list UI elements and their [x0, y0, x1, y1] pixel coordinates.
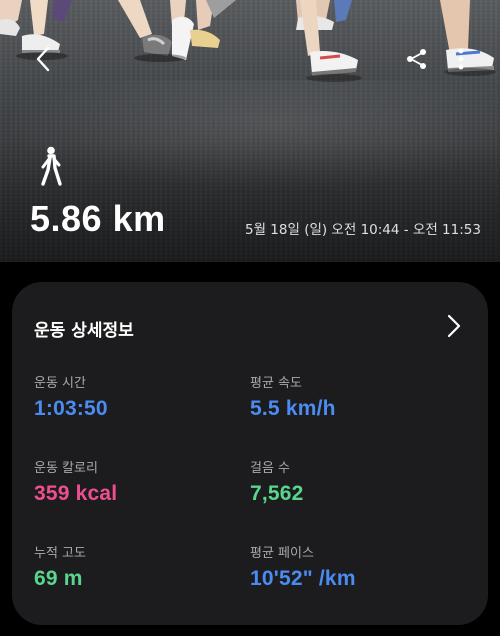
walk-icon	[41, 146, 62, 186]
stat-avg-pace: 평균 페이스 10'52" /km	[250, 542, 356, 591]
stat-label: 걸음 수	[250, 461, 291, 476]
chevron-left-icon	[36, 46, 50, 72]
details-chevron-button[interactable]	[442, 312, 466, 340]
stat-calories: 운동 칼로리 359 kcal	[34, 457, 117, 506]
stat-workout-time: 운동 시간 1:03:50	[34, 372, 108, 421]
chevron-right-icon	[447, 314, 461, 338]
stat-label: 운동 칼로리	[34, 461, 98, 476]
more-button[interactable]	[446, 44, 476, 74]
stat-label: 평균 속도	[250, 376, 302, 391]
stat-avg-speed: 평균 속도 5.5 km/h	[250, 372, 336, 421]
stat-label: 운동 시간	[34, 376, 86, 391]
stat-value: 7,562	[250, 482, 304, 505]
more-vertical-icon	[458, 48, 464, 70]
workout-details-card[interactable]: 운동 상세정보 운동 시간 1:03:50 평균 속도 5.5 km/h 운동 …	[12, 282, 488, 625]
distance-value: 5.86 km	[30, 198, 166, 239]
share-button[interactable]	[402, 44, 432, 74]
stat-value: 359 kcal	[34, 482, 118, 505]
card-title: 운동 상세정보	[34, 321, 134, 341]
stat-value: 5.5 km/h	[250, 397, 336, 420]
stat-steps: 걸음 수 7,562	[250, 457, 304, 506]
stat-value: 1:03:50	[34, 397, 108, 420]
hero-banner: 5.86 km 5월 18일 (일) 오전 10:44 - 오전 11:53	[0, 0, 500, 262]
stat-label: 누적 고도	[34, 546, 86, 561]
stat-label: 평균 페이스	[250, 546, 314, 561]
stat-value: 10'52" /km	[250, 567, 356, 590]
workout-datetime: 5월 18일 (일) 오전 10:44 - 오전 11:53	[245, 222, 481, 238]
stat-elevation: 누적 고도 69 m	[34, 542, 86, 591]
back-button[interactable]	[28, 44, 58, 74]
share-icon	[407, 49, 426, 69]
stat-value: 69 m	[34, 567, 83, 590]
